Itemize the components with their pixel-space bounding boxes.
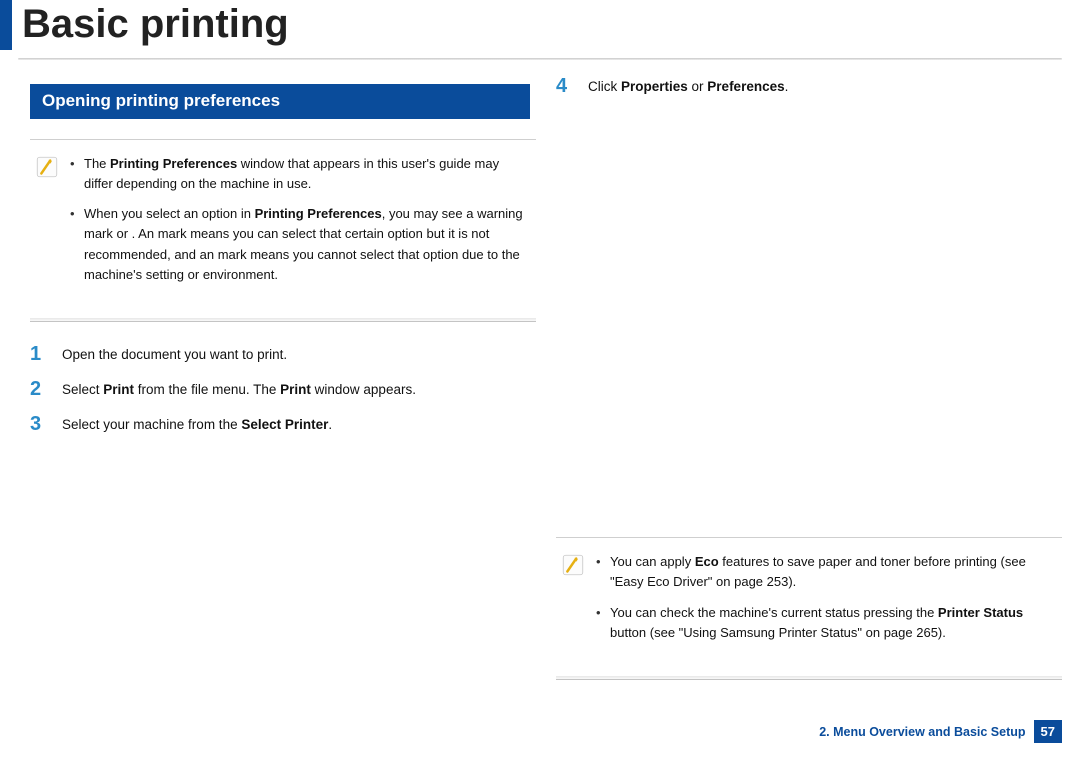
text-bold: Print (280, 382, 311, 397)
text: Select your machine from the (62, 417, 241, 432)
text-bold: Preferences (707, 79, 784, 94)
text: from the file menu. The (134, 382, 280, 397)
note-list-right: You can apply Eco features to save paper… (596, 552, 1054, 653)
text-bold: Properties (621, 79, 688, 94)
note-icon (34, 154, 62, 295)
step-text: Select your machine from the Select Prin… (62, 414, 332, 435)
text-bold: Select Printer (241, 417, 328, 432)
note-box-left: The Printing Preferences window that app… (30, 139, 536, 322)
text-bold: Printer Status (938, 605, 1023, 620)
note-row: The Printing Preferences window that app… (34, 154, 528, 295)
text: The (84, 156, 110, 171)
text: . An (132, 226, 158, 241)
footer-page-number: 57 (1034, 720, 1062, 743)
right-column: 4 Click Properties or Preferences. (556, 84, 1062, 702)
step-number: 3 (30, 414, 48, 435)
step-text: Select Print from the file menu. The Pri… (62, 379, 416, 400)
left-column: Opening printing preferences The Printin… (30, 84, 536, 702)
note-box-right: You can apply Eco features to save paper… (556, 537, 1062, 680)
title-accent-bar (0, 0, 12, 50)
text-bold: Printing Preferences (110, 156, 237, 171)
title-divider (18, 58, 1062, 60)
section-title: Opening printing preferences (30, 84, 530, 119)
text: . (328, 417, 332, 432)
note-item: The Printing Preferences window that app… (70, 154, 528, 194)
step-text: Open the document you want to print. (62, 344, 287, 365)
step-number: 1 (30, 344, 48, 365)
step-number: 2 (30, 379, 48, 400)
note-list-left: The Printing Preferences window that app… (70, 154, 528, 295)
step-text: Click Properties or Preferences. (588, 76, 788, 97)
step-3: 3 Select your machine from the Select Pr… (30, 414, 536, 435)
text-bold: Eco (695, 554, 719, 569)
footer: 2. Menu Overview and Basic Setup 57 (819, 720, 1062, 743)
text: button (see "Using Samsung Printer Statu… (610, 625, 946, 640)
text-bold: Print (103, 382, 134, 397)
step-4: 4 Click Properties or Preferences. (556, 76, 1062, 97)
page-title: Basic printing (22, 0, 289, 50)
text: . (785, 79, 789, 94)
note-item: When you select an option in Printing Pr… (70, 204, 528, 285)
text: Click (588, 79, 621, 94)
text-bold: Printing Preferences (255, 206, 382, 221)
text: Select (62, 382, 103, 397)
step-2: 2 Select Print from the file menu. The P… (30, 379, 536, 400)
note-row: You can apply Eco features to save paper… (560, 552, 1054, 653)
text: or (688, 79, 708, 94)
footer-chapter: 2. Menu Overview and Basic Setup (819, 720, 1025, 743)
note-item: You can check the machine's current stat… (596, 603, 1054, 643)
text: When you select an option in (84, 206, 255, 221)
step-number: 4 (556, 76, 574, 97)
columns: Opening printing preferences The Printin… (0, 84, 1062, 702)
note-icon (560, 552, 588, 653)
note-item: You can apply Eco features to save paper… (596, 552, 1054, 592)
title-wrap: Basic printing (0, 0, 1062, 50)
text: or (117, 226, 132, 241)
text: You can check the machine's current stat… (610, 605, 938, 620)
text: You can apply (610, 554, 695, 569)
step-1: 1 Open the document you want to print. (30, 344, 536, 365)
page: Basic printing Opening printing preferen… (0, 0, 1080, 763)
text: window appears. (311, 382, 416, 397)
